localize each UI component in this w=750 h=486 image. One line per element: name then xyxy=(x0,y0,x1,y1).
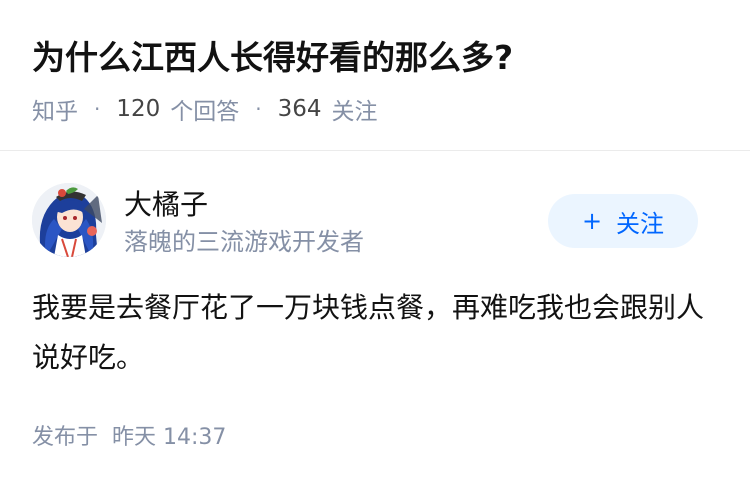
answer-author: 大橘子 落魄的三流游戏开发者 + 关注 xyxy=(32,183,718,263)
source-label[interactable]: 知乎 xyxy=(32,92,78,126)
author-bio: 落魄的三流游戏开发者 xyxy=(124,228,364,256)
answer-content[interactable]: 我要是去餐厅花了一万块钱点餐，再难吃我也会跟别人说好吃。 xyxy=(32,283,718,383)
publish-label: 发布于 xyxy=(32,425,99,450)
avatar-illustration xyxy=(32,183,106,257)
meta-separator: · xyxy=(94,97,101,121)
answer-time: 发布于 昨天 14:37 xyxy=(32,418,226,452)
question-title[interactable]: 为什么江西人长得好看的那么多? xyxy=(32,35,513,81)
publish-time: 昨天 14:37 xyxy=(112,425,227,450)
follow-button-label: 关注 xyxy=(616,209,665,238)
avatar[interactable] xyxy=(32,183,106,257)
follow-button[interactable]: + 关注 xyxy=(548,194,698,248)
follower-count-label: 关注 xyxy=(331,99,378,125)
answer-count: 120 xyxy=(116,96,161,122)
answer-count-label: 个回答 xyxy=(170,99,240,125)
meta-separator: · xyxy=(255,97,262,121)
author-name[interactable]: 大橘子 xyxy=(124,185,208,225)
plus-icon: + xyxy=(581,207,603,235)
question-meta: 知乎 · 120 个回答 · 364 关注 xyxy=(32,92,378,126)
follower-count: 364 xyxy=(277,96,322,122)
question-header: 为什么江西人长得好看的那么多? 知乎 · 120 个回答 · 364 关注 xyxy=(0,0,750,151)
